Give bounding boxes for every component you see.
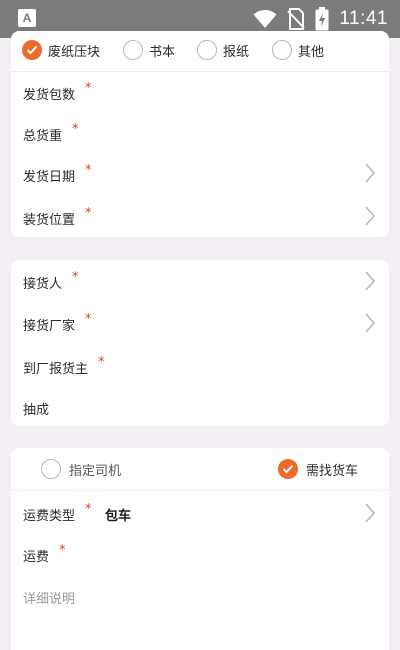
battery-charging-icon [315, 7, 329, 31]
required-star: * [72, 122, 79, 137]
option-label: 报纸 [223, 44, 250, 60]
required-star: * [72, 270, 79, 285]
chevron-right-icon [365, 271, 375, 291]
radio-unchecked-icon [41, 459, 61, 479]
field-label: 总货重 [23, 129, 63, 144]
option-label: 书本 [149, 44, 176, 60]
field-label: 到厂报货主 [23, 362, 89, 377]
chevron-right-icon [365, 503, 375, 523]
option-label: 废纸压块 [48, 44, 101, 60]
field-label: 接货厂家 [23, 319, 76, 334]
freight-field[interactable]: 运费 * [11, 543, 389, 565]
cargo-type-radio-group: 废纸压块 书本 报纸 其他 [11, 31, 389, 71]
cargo-type-option-newspaper[interactable]: 报纸 [197, 40, 249, 60]
field-label: 抽成 [23, 403, 50, 418]
field-label: 发货包数 [23, 88, 76, 103]
required-star: * [85, 206, 92, 221]
divider [11, 71, 389, 72]
report-to-owner-field[interactable]: 到厂报货主 * [11, 355, 389, 377]
required-star: * [85, 81, 92, 96]
field-label: 运费 [23, 550, 50, 565]
field-label: 装货位置 [23, 213, 76, 228]
option-label: 指定司机 [69, 463, 122, 479]
receiver-field[interactable]: 接货人 * [11, 270, 389, 292]
freight-type-field[interactable]: 运费类型 * 包车 [11, 502, 389, 524]
app-notification-icon: A [18, 9, 36, 27]
freight-card: 指定司机 需找货车 运费类型 * 包车 运费 * 详细说明 [11, 448, 389, 650]
required-star: * [85, 312, 92, 327]
shipment-card: 废纸压块 书本 报纸 其他 发货包数 * 总货重 * 发货日期 * 装货位置 * [11, 31, 389, 237]
details-textarea[interactable]: 详细说明 [11, 585, 389, 607]
receiver-card: 接货人 * 接货厂家 * 到厂报货主 * 抽成 [11, 260, 389, 426]
wifi-icon [253, 10, 277, 28]
divider [11, 490, 389, 491]
receiving-factory-field[interactable]: 接货厂家 * [11, 312, 389, 334]
app-icon-letter: A [22, 11, 32, 25]
no-sim-icon [287, 8, 306, 30]
find-truck-option[interactable]: 需找货车 [278, 459, 358, 479]
assign-driver-option[interactable]: 指定司机 [41, 459, 121, 479]
radio-unchecked-icon [272, 40, 292, 60]
required-star: * [85, 502, 92, 517]
radio-unchecked-icon [197, 40, 217, 60]
details-placeholder: 详细说明 [23, 592, 76, 607]
required-star: * [59, 543, 66, 558]
chevron-right-icon [365, 313, 375, 333]
field-label: 运费类型 [23, 509, 76, 524]
field-label: 发货日期 [23, 170, 76, 185]
freight-type-value: 包车 [105, 509, 132, 524]
clock: 11:41 [339, 8, 388, 29]
option-label: 需找货车 [306, 463, 359, 479]
option-label: 其他 [298, 44, 325, 60]
cargo-type-option-other[interactable]: 其他 [272, 40, 324, 60]
radio-checked-icon [22, 40, 42, 60]
packages-field[interactable]: 发货包数 * [11, 81, 389, 103]
required-star: * [98, 355, 105, 370]
chevron-right-icon [365, 206, 375, 226]
chevron-right-icon [365, 163, 375, 183]
field-label: 接货人 [23, 277, 63, 292]
ship-date-field[interactable]: 发货日期 * [11, 163, 389, 185]
loading-location-field[interactable]: 装货位置 * [11, 206, 389, 228]
cargo-type-option-books[interactable]: 书本 [123, 40, 175, 60]
radio-unchecked-icon [123, 40, 143, 60]
required-star: * [85, 163, 92, 178]
cargo-type-option-compressed-paper[interactable]: 废纸压块 [22, 40, 100, 60]
total-weight-field[interactable]: 总货重 * [11, 122, 389, 144]
radio-checked-icon [278, 459, 298, 479]
commission-field[interactable]: 抽成 [11, 396, 389, 418]
